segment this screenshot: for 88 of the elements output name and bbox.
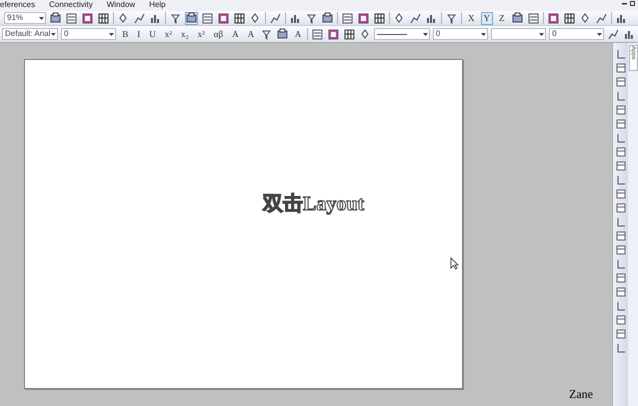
dropdown-field[interactable]: 0 [549,28,604,40]
funnel-icon[interactable] [445,12,458,24]
frame-icon[interactable] [616,203,626,213]
frame-icon[interactable] [616,147,626,157]
format-button[interactable]: Y [480,12,493,24]
frame-icon[interactable] [217,12,230,24]
caret-icon[interactable] [38,15,45,21]
format-button[interactable]: I [134,28,144,40]
page-heading: 双击Layout [263,192,364,217]
frame-icon[interactable] [616,231,626,241]
menu-item[interactable]: eferences [0,0,36,10]
frame-icon[interactable] [616,105,626,115]
dropdown-field[interactable]: Default: Arial [2,28,58,40]
line-icon[interactable] [409,12,422,24]
minimize-icon[interactable] [622,0,627,6]
grid-icon[interactable] [97,12,110,24]
printer-icon[interactable] [321,12,334,24]
grid-icon[interactable] [342,28,356,40]
corner-icon[interactable] [616,343,626,353]
frame-icon[interactable] [616,329,626,339]
dropdown-field[interactable]: 0 [432,28,488,40]
printer-icon[interactable] [276,28,289,40]
line-icon[interactable] [594,12,608,24]
dropdown-field[interactable] [490,28,546,40]
printer-icon[interactable] [185,12,198,24]
printer-icon[interactable] [510,12,524,24]
document-icon[interactable] [526,12,540,24]
frame-icon[interactable] [546,12,560,24]
frame-icon[interactable] [616,119,626,129]
frame-icon[interactable] [616,287,626,297]
format-button[interactable]: x² [162,28,175,40]
frame-icon[interactable] [616,189,626,199]
frame-icon[interactable] [616,315,626,325]
printer-icon[interactable] [49,12,62,24]
caret-icon[interactable] [422,31,429,37]
restore-icon[interactable] [630,0,636,6]
frame-icon[interactable] [616,273,626,283]
cursor-icon [450,257,459,270]
grid-icon[interactable] [373,12,386,24]
format-button[interactable]: U [146,28,159,40]
dropdown-field[interactable]: 91% [4,12,46,24]
grid-icon[interactable] [562,12,576,24]
document-icon[interactable] [201,12,214,24]
frame-icon[interactable] [616,77,626,87]
format-button[interactable]: A [244,28,258,40]
menu-item[interactable]: Window [106,0,136,10]
caret-icon[interactable] [50,31,57,37]
frame-icon[interactable] [327,28,340,40]
line-icon[interactable] [269,12,282,24]
corner-icon[interactable] [616,259,626,269]
frame-icon[interactable] [81,12,94,24]
line-style-dropdown[interactable] [374,28,430,40]
line-icon[interactable] [133,12,146,24]
grid-icon[interactable] [233,12,246,24]
caret-icon[interactable] [480,31,487,37]
funnel-icon[interactable] [169,12,182,24]
corner-icon[interactable] [616,175,626,185]
corner-icon[interactable] [616,133,626,143]
format-button[interactable]: A [229,28,242,40]
format-button[interactable]: x₂ [178,28,192,40]
format-button[interactable]: X [465,12,478,24]
menu-item[interactable]: Connectivity [49,0,93,10]
dropdown-field[interactable]: 0 [61,28,116,40]
format-button[interactable]: A [292,28,304,40]
frame-icon[interactable] [616,161,626,171]
document-icon[interactable] [65,12,78,24]
format-button[interactable]: x² [194,28,208,40]
frame-icon[interactable] [616,245,626,255]
format-button[interactable]: αβ [210,28,226,40]
corner-icon[interactable] [616,217,626,227]
corner-icon[interactable] [616,301,626,311]
caret-icon[interactable] [108,31,116,37]
format-button[interactable]: B [119,28,132,40]
line-icon[interactable] [607,28,620,40]
funnel-icon[interactable] [305,12,318,24]
caret-icon[interactable] [596,31,604,37]
corner-icon[interactable] [616,91,626,101]
document-icon[interactable] [311,28,324,40]
corner-icon[interactable] [616,49,626,59]
funnel-icon[interactable] [260,28,273,40]
frame-icon[interactable] [357,12,370,24]
document-icon[interactable] [341,12,354,24]
author-name: Zane [569,386,593,403]
line-style-icon [377,32,408,36]
format-button[interactable]: Z [496,12,508,24]
caret-icon[interactable] [538,31,546,37]
frame-icon[interactable] [616,63,626,73]
menu-item[interactable]: Help [149,0,166,10]
